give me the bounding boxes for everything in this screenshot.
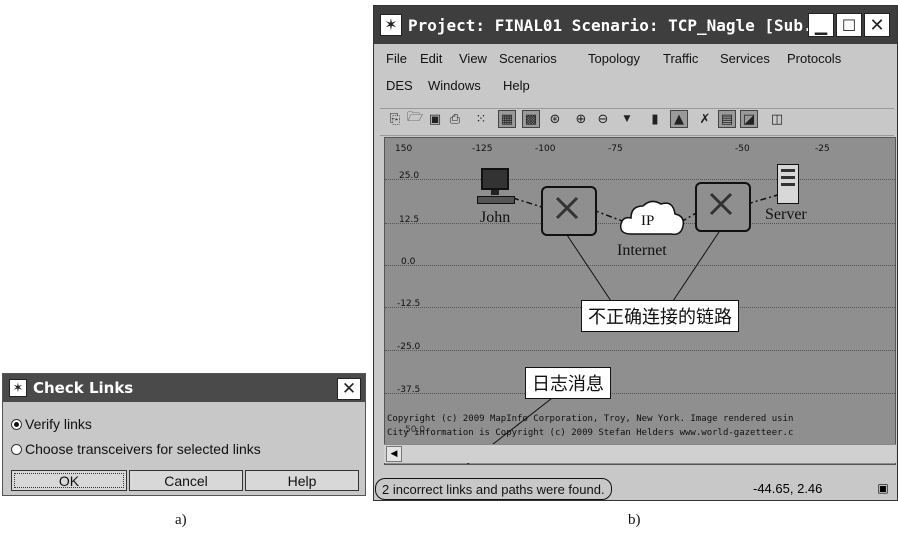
- log-message-callout: 日志消息: [525, 367, 611, 399]
- help-button[interactable]: Help: [245, 470, 359, 491]
- scroll-left-arrow-icon[interactable]: ◀: [386, 446, 402, 462]
- cancel-button[interactable]: Cancel: [129, 470, 243, 491]
- status-message: 2 incorrect links and paths were found.: [375, 478, 612, 500]
- menu-windows[interactable]: Windows: [428, 78, 481, 93]
- info-icon[interactable]: ◫: [768, 110, 786, 128]
- open-folder-icon[interactable]: 🗁: [406, 110, 424, 128]
- link-router2-server: [746, 193, 782, 205]
- vne-icon[interactable]: ▼: [618, 110, 636, 128]
- object-palette-icon[interactable]: ⁙: [472, 110, 490, 128]
- ok-button[interactable]: OK: [11, 470, 127, 491]
- menu-topology[interactable]: Topology: [588, 51, 640, 66]
- menu-file[interactable]: File: [386, 51, 407, 66]
- menu-des[interactable]: DES: [386, 78, 413, 93]
- verify-links-label: Verify links: [25, 416, 92, 432]
- cursor-coordinates: -44.65, 2.46: [753, 480, 823, 496]
- app-star-icon: ✶: [9, 379, 27, 397]
- cloud-label: Internet: [617, 242, 667, 259]
- maximize-button[interactable]: ☐: [836, 13, 862, 37]
- radio-unselected-icon[interactable]: [11, 443, 22, 455]
- node-label-server: Server: [765, 206, 807, 223]
- app-star-icon: ✶: [380, 14, 402, 36]
- check-links-dialog: ✶ Check Links ✕ Verify links Choose tran…: [2, 373, 366, 496]
- router-icon: [709, 192, 733, 216]
- window-title: Project: FINAL01 Scenario: TCP_Nagle [Su…: [408, 15, 832, 35]
- dialog-titlebar: ✶ Check Links ✕: [3, 374, 365, 402]
- zoom-out-icon[interactable]: ⊖: [594, 110, 612, 128]
- cloud-tag: IP: [641, 213, 655, 229]
- print-icon[interactable]: ⎙: [446, 110, 464, 128]
- menu-protocols[interactable]: Protocols: [787, 51, 841, 66]
- choose-transceivers-label: Choose transceivers for selected links: [25, 441, 261, 457]
- check-links-icon[interactable]: ▦: [498, 110, 516, 128]
- view-results-icon[interactable]: ✗: [696, 110, 714, 128]
- incorrect-links-callout: 不正确连接的链路: [581, 300, 739, 332]
- verify-links-option[interactable]: Verify links: [11, 416, 92, 432]
- router-icon: [555, 196, 579, 220]
- dialog-title: Check Links: [33, 379, 134, 397]
- menu-services[interactable]: Services: [720, 51, 770, 66]
- menu-traffic[interactable]: Traffic: [663, 51, 698, 66]
- caption-a: a): [175, 512, 187, 528]
- menu-scenarios[interactable]: Scenarios: [499, 51, 557, 66]
- zoom-in-icon[interactable]: ⊕: [572, 110, 590, 128]
- web-report-icon[interactable]: ▤: [718, 110, 736, 128]
- radio-selected-icon[interactable]: [11, 418, 22, 430]
- caption-b: b): [628, 512, 641, 528]
- window-close-button[interactable]: ✕: [864, 13, 890, 37]
- choose-transceivers-option[interactable]: Choose transceivers for selected links: [11, 441, 261, 457]
- callout-line-left: [564, 231, 614, 305]
- copyright-line: City information is Copyright (c) 2009 S…: [387, 428, 794, 438]
- copyright-line: Copyright (c) 2009 MapInfo Corporation, …: [387, 414, 794, 424]
- router-box-right[interactable]: [695, 182, 751, 232]
- router-box-left[interactable]: [541, 186, 597, 236]
- graph-icon[interactable]: ◪: [740, 110, 758, 128]
- minimize-button[interactable]: ▁: [808, 13, 834, 37]
- save-icon[interactable]: ▣: [426, 110, 444, 128]
- menu-view[interactable]: View: [459, 51, 487, 66]
- status-bar: 2 incorrect links and paths were found. …: [375, 478, 896, 500]
- callout-line-right: [670, 231, 720, 305]
- workspace-canvas[interactable]: 150 -125 -100 -75 -50 -25 25.0 12.5 0.0 …: [384, 137, 896, 465]
- recover-icon[interactable]: ⊛: [546, 110, 564, 128]
- menu-help[interactable]: Help: [503, 78, 530, 93]
- menu-edit[interactable]: Edit: [420, 51, 442, 66]
- log-viewer-icon[interactable]: ▣: [875, 480, 891, 496]
- fail-node-icon[interactable]: ▩: [522, 110, 540, 128]
- node-label-john: John: [480, 209, 511, 226]
- dialog-close-button[interactable]: ✕: [337, 378, 361, 400]
- horizontal-scrollbar[interactable]: ◀: [384, 444, 896, 463]
- workstation-icon[interactable]: [477, 168, 515, 208]
- new-icon[interactable]: ⎘: [386, 110, 404, 128]
- configure-sim-icon[interactable]: ▮: [646, 110, 664, 128]
- window-titlebar: ✶ Project: FINAL01 Scenario: TCP_Nagle […: [374, 6, 897, 44]
- server-icon[interactable]: [777, 164, 799, 204]
- run-sim-icon[interactable]: ▲: [670, 110, 688, 128]
